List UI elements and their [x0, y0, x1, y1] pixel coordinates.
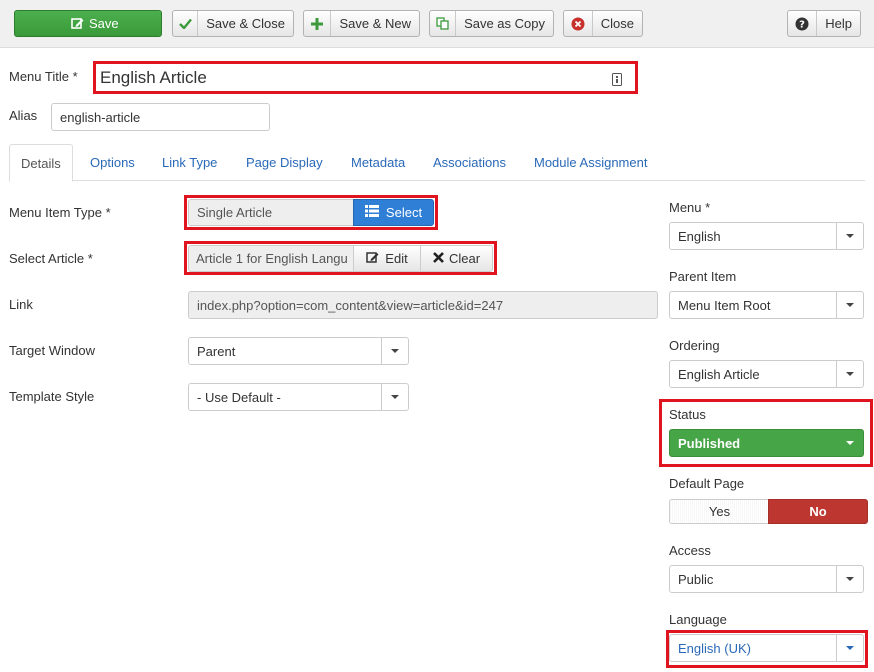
- tab-link-type[interactable]: Link Type: [162, 144, 217, 181]
- parent-item-value: Menu Item Root: [678, 297, 771, 313]
- default-page-yes[interactable]: Yes: [669, 499, 769, 524]
- template-style-value: - Use Default -: [197, 389, 281, 405]
- chevron-down-icon: [836, 566, 863, 592]
- status-highlight: [659, 399, 873, 467]
- access-label: Access: [669, 543, 711, 558]
- language-highlight: [666, 630, 868, 668]
- menu-title-highlight: [93, 61, 638, 94]
- access-value: Public: [678, 571, 714, 587]
- menu-item-type-label: Menu Item Type *: [9, 205, 111, 220]
- close-button[interactable]: Close: [563, 10, 643, 37]
- tab-page-display[interactable]: Page Display: [246, 144, 323, 181]
- default-page-label: Default Page: [669, 476, 745, 491]
- tab-bar: Details Options Link Type Page Display M…: [9, 144, 865, 182]
- menu-title-label: Menu Title *: [9, 69, 78, 84]
- help-label: Help: [825, 16, 852, 31]
- chevron-down-icon: [836, 361, 863, 387]
- target-window-value: Parent: [197, 343, 236, 359]
- template-style-select[interactable]: - Use Default -: [188, 383, 409, 411]
- chevron-down-icon: [836, 223, 863, 249]
- menu-label: Menu *: [669, 200, 711, 215]
- alias-label: Alias: [9, 108, 38, 123]
- edit-icon: [65, 11, 89, 36]
- select-article-highlight: [184, 241, 497, 275]
- menu-item-type-highlight: [184, 195, 438, 230]
- help-button[interactable]: ? Help: [787, 10, 861, 37]
- save-new-button[interactable]: Save & New: [303, 10, 420, 37]
- chevron-down-icon: [381, 338, 408, 364]
- tab-options[interactable]: Options: [90, 144, 135, 181]
- save-label: Save: [89, 16, 119, 31]
- save-close-label: Save & Close: [206, 16, 285, 31]
- svg-text:?: ?: [799, 19, 805, 30]
- tab-associations[interactable]: Associations: [433, 144, 506, 181]
- copy-icon: [430, 11, 457, 36]
- template-style-label: Template Style: [9, 389, 95, 404]
- chevron-down-icon: [836, 292, 863, 318]
- target-window-label: Target Window: [9, 343, 95, 358]
- plus-icon: [304, 11, 332, 36]
- toolbar: Save Save & Close Save & New Save as Cop…: [0, 0, 874, 48]
- check-icon: [173, 11, 199, 36]
- parent-item-select[interactable]: Menu Item Root: [669, 291, 864, 319]
- save-copy-button[interactable]: Save as Copy: [429, 10, 554, 37]
- parent-item-label: Parent Item: [669, 269, 737, 284]
- access-select[interactable]: Public: [669, 565, 864, 593]
- tab-details[interactable]: Details: [9, 144, 73, 182]
- save-button[interactable]: Save: [14, 10, 162, 37]
- select-article-label: Select Article *: [9, 251, 93, 266]
- tab-module-assignment[interactable]: Module Assignment: [534, 144, 647, 181]
- alias-input[interactable]: english-article: [51, 103, 270, 131]
- save-copy-label: Save as Copy: [464, 16, 545, 31]
- save-new-label: Save & New: [339, 16, 411, 31]
- default-page-no[interactable]: No: [768, 499, 868, 524]
- target-window-select[interactable]: Parent: [188, 337, 409, 365]
- link-field: index.php?option=com_content&view=articl…: [188, 291, 658, 319]
- ordering-label: Ordering: [669, 338, 720, 353]
- language-label: Language: [669, 612, 727, 627]
- close-label: Close: [600, 16, 634, 31]
- chevron-down-icon: [381, 384, 408, 410]
- tab-metadata[interactable]: Metadata: [351, 144, 405, 181]
- close-icon: [564, 11, 593, 36]
- link-label: Link: [9, 297, 33, 312]
- menu-select[interactable]: English: [669, 222, 864, 250]
- help-icon: ?: [788, 11, 818, 36]
- menu-value: English: [678, 228, 721, 244]
- ordering-select[interactable]: English Article: [669, 360, 864, 388]
- save-close-button[interactable]: Save & Close: [172, 10, 294, 37]
- ordering-value: English Article: [678, 366, 760, 382]
